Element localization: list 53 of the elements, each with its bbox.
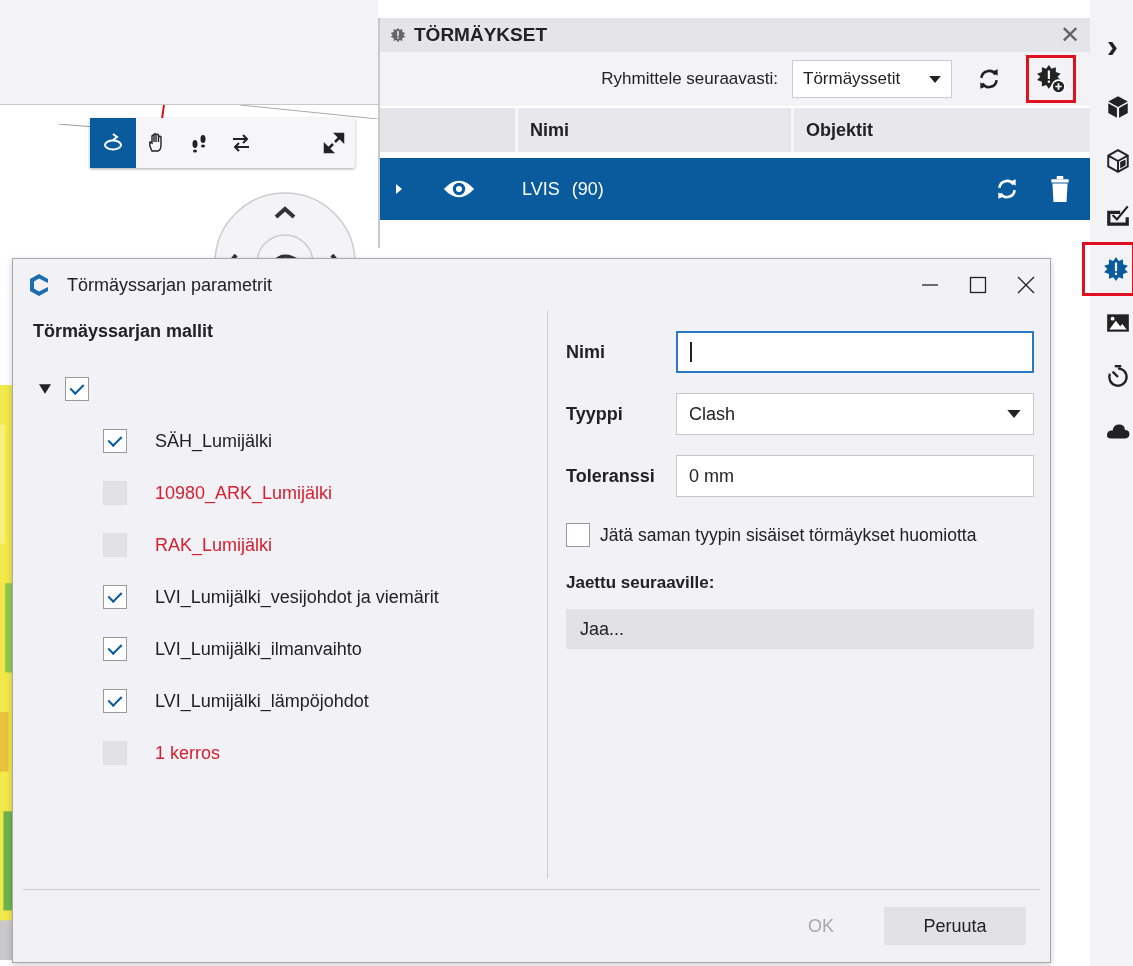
trash-icon[interactable] <box>1050 176 1070 202</box>
clash-set-name: LVIS <box>522 178 560 200</box>
collapse-button[interactable]: › <box>1106 10 1119 80</box>
group-by-label: Ryhmittele seuraavasti: <box>601 69 778 89</box>
checkbox[interactable] <box>65 377 89 401</box>
models-heading: Törmäyssarjan mallit <box>33 321 215 343</box>
clash-set-row[interactable]: LVIS (90) <box>380 158 1090 220</box>
cube-icon <box>1105 94 1131 120</box>
close-button[interactable]: ✕ <box>1059 21 1080 49</box>
cancel-button[interactable]: Peruuta <box>884 907 1026 945</box>
app-logo-icon <box>27 273 51 297</box>
model-name: SÄH_Lumijälki <box>155 430 273 452</box>
field-label: Toleranssi <box>566 465 656 487</box>
name-field[interactable] <box>676 331 1034 373</box>
model-name: LVI_Lumijälki_ilmanvaihto <box>155 638 362 660</box>
group-by-dropdown[interactable]: Törmäyssetit <box>792 60 952 98</box>
model-name: 1 kerros <box>155 742 221 764</box>
maximize-icon[interactable] <box>968 275 988 295</box>
timer-icon <box>1105 364 1131 390</box>
expand-arrow-icon[interactable] <box>396 184 402 194</box>
sidebar-tab[interactable] <box>1082 242 1133 296</box>
model-name: RAK_Lumijälki <box>155 534 273 556</box>
expand-arrow-icon[interactable] <box>39 384 51 394</box>
checkbox[interactable] <box>566 523 590 547</box>
add-clash-set-button[interactable] <box>1026 55 1076 103</box>
panel-title: TÖRMÄYKSET <box>414 24 547 46</box>
expand-icon <box>322 131 346 155</box>
checkbox-label: Jätä saman tyypin sisäiset törmäykset huomiotta <box>600 524 977 546</box>
checkbox[interactable] <box>103 689 127 713</box>
checkbox[interactable] <box>103 429 127 453</box>
model-name: LVI_Lumijälki_lämpöjohdot <box>155 690 369 712</box>
object-count: (90) <box>571 178 604 200</box>
checkbox[interactable] <box>103 637 127 661</box>
model-line <box>161 105 165 119</box>
gear-icon <box>390 27 406 43</box>
warning-gear-icon <box>1103 256 1129 282</box>
model-name: LVI_Lumijälki_vesijohdot ja viemärit <box>155 586 439 608</box>
shared-label: Jaettu seuraaville: <box>566 573 716 594</box>
field-label: Nimi <box>566 341 606 363</box>
model-name: 10980_ARK_Lumijälki <box>155 482 333 504</box>
gear-plus-icon <box>1036 64 1066 94</box>
dialog-title: Törmäyssarjan parametrit <box>67 274 273 296</box>
tolerance-field[interactable]: 0 mm <box>676 455 1034 497</box>
checkbox[interactable] <box>103 585 127 609</box>
caret-icon <box>1007 410 1021 418</box>
field-label: Tyyppi <box>566 403 624 425</box>
close-icon[interactable] <box>1016 275 1036 295</box>
caret-icon <box>929 75 941 83</box>
orbit-tool-button[interactable] <box>90 118 136 168</box>
cube-outline-icon <box>1105 148 1131 174</box>
eye-icon[interactable] <box>442 178 476 200</box>
share-button[interactable]: Jaa... <box>566 609 1034 649</box>
type-dropdown[interactable]: Clash <box>676 393 1034 435</box>
